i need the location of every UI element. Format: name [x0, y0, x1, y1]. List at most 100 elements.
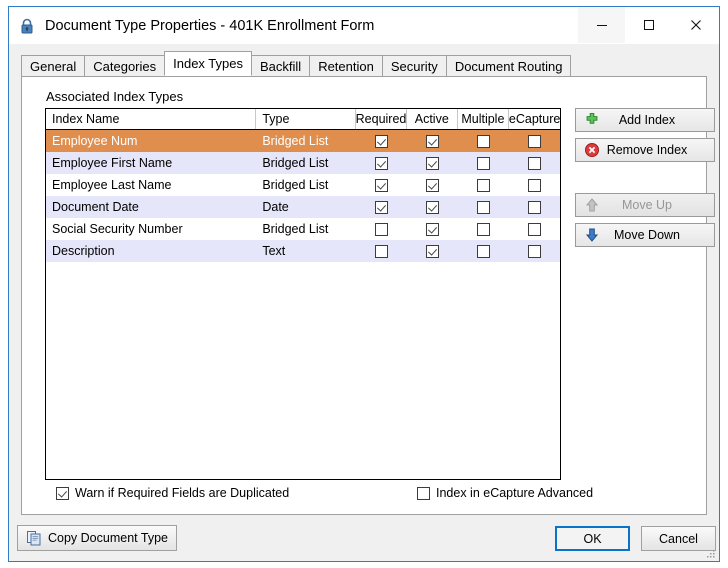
cell-required[interactable]	[356, 222, 407, 236]
panel-options: Warn if Required Fields are Duplicated I…	[46, 486, 690, 504]
required-checkbox[interactable]	[374, 178, 388, 192]
ecapture-checkbox[interactable]	[527, 156, 541, 170]
warn-duplicate-checkbox-box[interactable]	[56, 486, 69, 500]
multiple-checkbox[interactable]	[476, 134, 490, 148]
column-header-active[interactable]: Active	[407, 109, 458, 129]
active-checkbox[interactable]	[425, 222, 439, 236]
cell-required[interactable]	[356, 200, 407, 214]
cell-ecapture[interactable]	[509, 178, 560, 192]
window-title: Document Type Properties - 401K Enrollme…	[45, 17, 375, 34]
warn-duplicate-checkbox[interactable]: Warn if Required Fields are Duplicated	[56, 486, 289, 500]
cell-ecapture[interactable]	[509, 134, 560, 148]
cell-required[interactable]	[356, 156, 407, 170]
grid-header-row: Index Name Type Required Active Multiple…	[46, 109, 560, 130]
cell-required[interactable]	[356, 178, 407, 192]
required-checkbox[interactable]	[374, 134, 388, 148]
index-in-ecapture-checkbox-box[interactable]	[417, 486, 430, 500]
tab-retention[interactable]: Retention	[309, 55, 383, 76]
column-header-required[interactable]: Required	[356, 109, 407, 129]
resize-grip-icon[interactable]	[706, 549, 716, 559]
active-checkbox[interactable]	[425, 178, 439, 192]
cell-index-name: Description	[52, 244, 115, 258]
cell-active[interactable]	[407, 222, 458, 236]
maximize-button[interactable]	[625, 7, 672, 43]
ecapture-checkbox[interactable]	[527, 244, 541, 258]
add-index-button[interactable]: Add Index	[575, 108, 715, 132]
table-row[interactable]: Employee Last Name Bridged List	[46, 174, 560, 196]
cell-active[interactable]	[407, 178, 458, 192]
move-down-button[interactable]: Move Down	[575, 223, 715, 247]
active-checkbox[interactable]	[425, 200, 439, 214]
remove-index-button[interactable]: Remove Index	[575, 138, 715, 162]
button-group-spacer	[575, 168, 715, 193]
multiple-checkbox[interactable]	[476, 222, 490, 236]
copy-document-type-label: Copy Document Type	[48, 531, 168, 545]
required-checkbox[interactable]	[374, 156, 388, 170]
multiple-checkbox[interactable]	[476, 200, 490, 214]
active-checkbox[interactable]	[425, 156, 439, 170]
tab-categories[interactable]: Categories	[84, 55, 166, 76]
table-row[interactable]: Employee First Name Bridged List	[46, 152, 560, 174]
cell-multiple[interactable]	[458, 156, 509, 170]
cell-ecapture[interactable]	[509, 200, 560, 214]
grid-action-buttons: Add Index Remove Index Move Up Move Down	[575, 108, 715, 253]
column-header-index-name[interactable]: Index Name	[46, 109, 257, 129]
column-header-multiple[interactable]: Multiple	[458, 109, 509, 129]
close-button[interactable]	[672, 7, 719, 43]
required-checkbox[interactable]	[374, 244, 388, 258]
tab-index-types[interactable]: Index Types	[164, 51, 252, 76]
tab-document-routing[interactable]: Document Routing	[445, 55, 572, 76]
minimize-icon	[596, 25, 607, 26]
column-header-type[interactable]: Type	[256, 109, 356, 129]
ecapture-checkbox[interactable]	[527, 222, 541, 236]
ecapture-checkbox[interactable]	[527, 178, 541, 192]
cell-type: Text	[262, 244, 286, 258]
table-row[interactable]: Employee Num Bridged List	[46, 130, 560, 152]
tab-general[interactable]: General	[21, 55, 86, 76]
active-checkbox[interactable]	[425, 134, 439, 148]
cell-ecapture[interactable]	[509, 244, 560, 258]
lock-icon	[21, 18, 33, 33]
cell-ecapture[interactable]	[509, 156, 560, 170]
index-types-grid[interactable]: Index Name Type Required Active Multiple…	[45, 108, 561, 480]
cell-multiple[interactable]	[458, 134, 509, 148]
cancel-button[interactable]: Cancel	[641, 526, 716, 551]
minimize-button[interactable]	[578, 7, 625, 43]
cell-active[interactable]	[407, 244, 458, 258]
index-in-ecapture-checkbox[interactable]: Index in eCapture Advanced	[417, 486, 593, 500]
table-row[interactable]: Social Security Number Bridged List	[46, 218, 560, 240]
active-checkbox[interactable]	[425, 244, 439, 258]
cell-active[interactable]	[407, 134, 458, 148]
cell-multiple[interactable]	[458, 244, 509, 258]
tab-backfill[interactable]: Backfill	[251, 55, 311, 76]
cell-type: Bridged List	[262, 178, 329, 192]
cell-multiple[interactable]	[458, 178, 509, 192]
cell-index-name: Employee Last Name	[52, 178, 172, 192]
move-up-button: Move Up	[575, 193, 715, 217]
tab-security[interactable]: Security	[381, 55, 447, 76]
required-checkbox[interactable]	[374, 222, 388, 236]
close-icon	[690, 20, 701, 30]
red-delete-icon	[585, 143, 599, 157]
column-header-ecapture[interactable]: eCapture	[509, 109, 560, 129]
cell-multiple[interactable]	[458, 222, 509, 236]
ecapture-checkbox[interactable]	[527, 134, 541, 148]
copy-documents-icon	[27, 531, 41, 546]
ok-button[interactable]: OK	[555, 526, 630, 551]
grid-body: Employee Num Bridged List Employee First N…	[46, 130, 560, 262]
table-row[interactable]: Document Date Date	[46, 196, 560, 218]
cell-active[interactable]	[407, 156, 458, 170]
multiple-checkbox[interactable]	[476, 178, 490, 192]
cell-ecapture[interactable]	[509, 222, 560, 236]
multiple-checkbox[interactable]	[476, 156, 490, 170]
cell-multiple[interactable]	[458, 200, 509, 214]
table-row[interactable]: Description Text	[46, 240, 560, 262]
cell-required[interactable]	[356, 134, 407, 148]
multiple-checkbox[interactable]	[476, 244, 490, 258]
button-label: Move Down	[614, 228, 680, 242]
cell-required[interactable]	[356, 244, 407, 258]
required-checkbox[interactable]	[374, 200, 388, 214]
copy-document-type-button[interactable]: Copy Document Type	[17, 525, 177, 551]
ecapture-checkbox[interactable]	[527, 200, 541, 214]
cell-active[interactable]	[407, 200, 458, 214]
